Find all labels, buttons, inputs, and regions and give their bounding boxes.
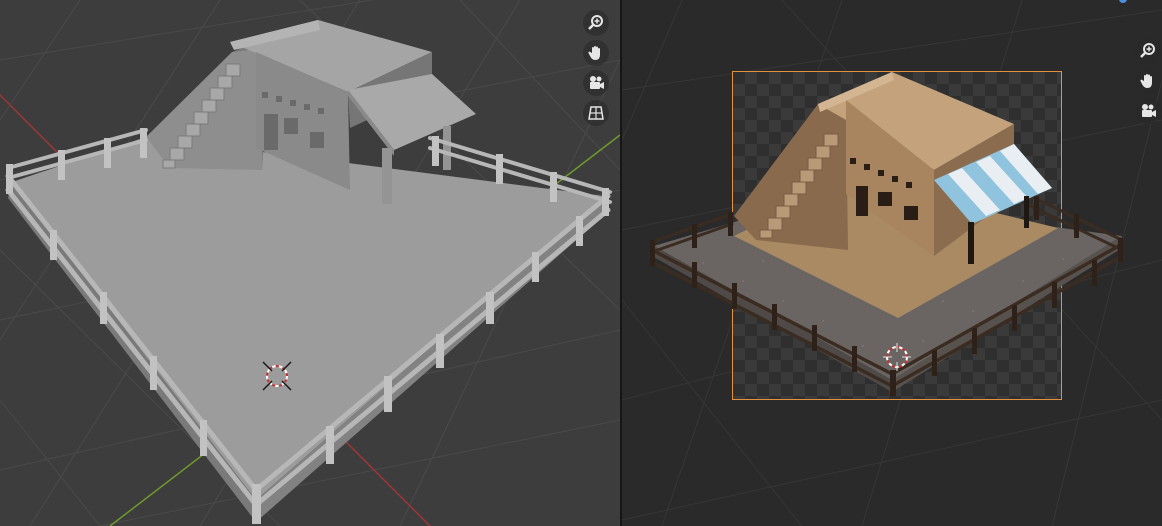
grid-ortho-icon[interactable] [583,100,609,126]
blender-app [0,0,1162,526]
camera-view-icon[interactable] [1135,98,1161,124]
camera-view-icon[interactable] [583,70,609,96]
rendered-scene [650,72,1124,396]
navigation-gizmo-left [583,10,611,130]
viewport-solid[interactable] [0,0,620,526]
navigation-gizmo-right [1135,38,1162,128]
hand-pan-icon[interactable] [1135,68,1161,94]
zoom-icon[interactable] [1135,38,1161,64]
solid-scene [0,0,620,526]
hand-pan-icon[interactable] [583,40,609,66]
zoom-icon[interactable] [583,10,609,36]
viewport-rendered[interactable] [622,0,1162,526]
